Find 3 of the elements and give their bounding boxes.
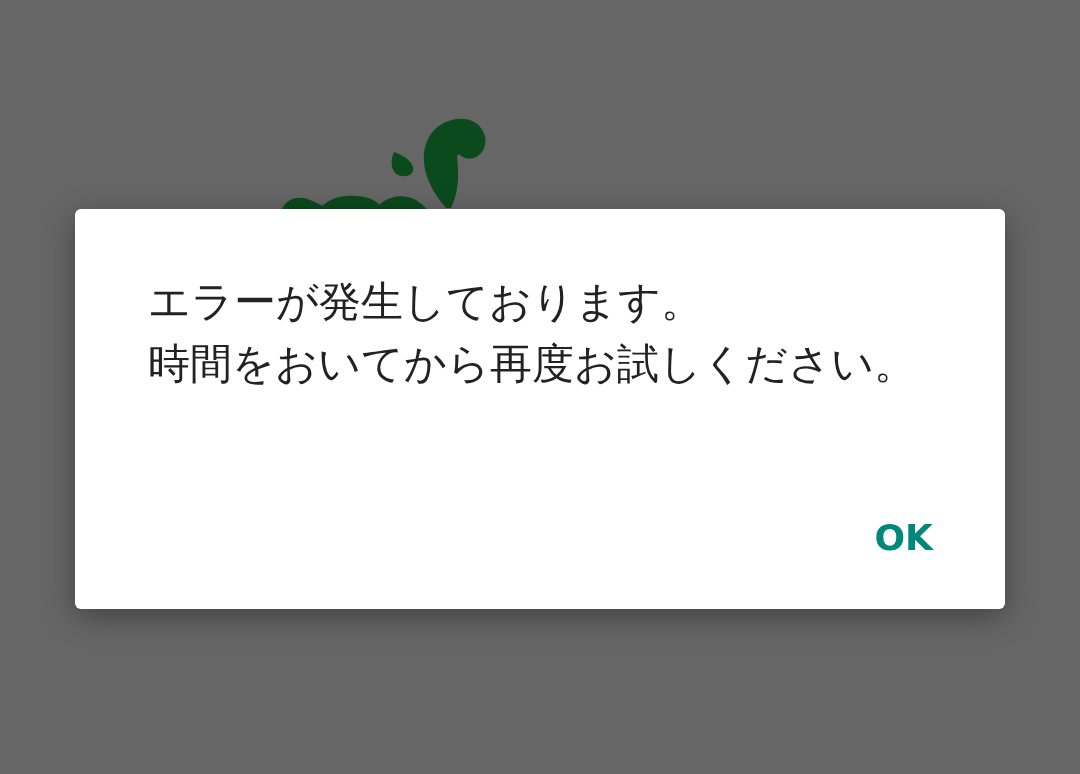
- error-message: 時間をおいてから再度お試しください。: [148, 338, 917, 390]
- ok-button[interactable]: OK: [862, 507, 945, 569]
- error-message: エラーが発生しております。: [148, 276, 704, 328]
